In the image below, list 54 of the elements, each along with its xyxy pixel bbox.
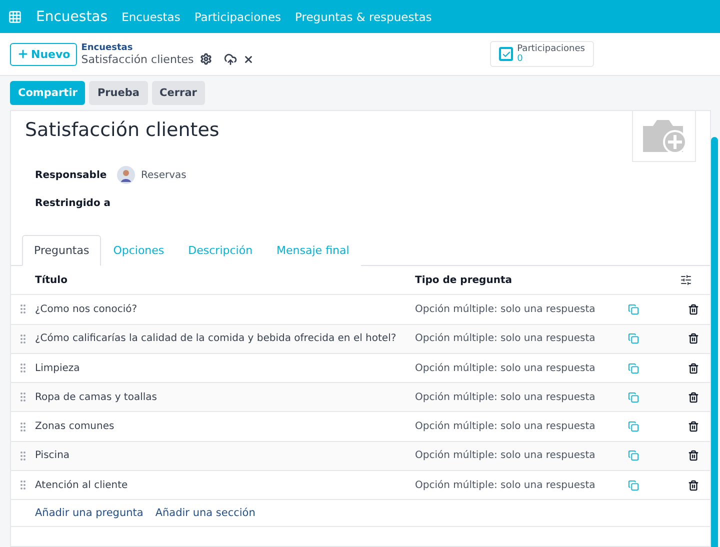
question-title-cell-text: Piscina [35,450,71,462]
question-title-cell-text: Ropa de camas y toallas [35,392,158,403]
copy-icon[interactable] [628,450,639,462]
add-link[interactable]: Añadir una sección [155,507,256,520]
column-header[interactable]: Título [35,274,415,286]
question-type-cell-text: Opción múltiple: solo una respuesta [415,392,596,403]
delete-icon[interactable] [688,392,699,403]
close-icon[interactable] [242,54,254,64]
question-title-cell-text: Limpieza [35,362,81,374]
record-name: Satisfacción clientes [81,52,194,66]
question-title-cell-text: ¿Como nos conoció? [35,304,138,315]
question-type-cell-text: Opción múltiple: solo una respuesta [415,450,596,462]
column-header[interactable]: Tipo de pregunta [415,274,620,286]
checkbox-icon [499,47,514,61]
participations-stat-button[interactable]: Participaciones 0 [490,41,594,67]
tab[interactable]: Preguntas [22,235,102,266]
field-value[interactable]: Reservas [141,170,186,180]
field-label: Responsable [35,170,108,180]
plus-icon [17,48,29,60]
delete-icon[interactable] [688,333,699,344]
stat-label: Participaciones [517,44,585,54]
delete-icon[interactable] [688,304,699,315]
stat-value: 0 [517,54,523,64]
action-button[interactable]: Prueba [89,81,148,105]
settings-icon[interactable] [200,53,212,65]
field-label: Restringido a [35,198,112,209]
question-title-cell-text: Atención al cliente [35,480,129,491]
question-type-cell-text: Opción múltiple: solo una respuesta [415,304,596,315]
copy-icon[interactable] [628,392,639,403]
avatar-icon [117,166,135,184]
cloud-upload-icon[interactable] [224,52,237,66]
question-type-cell-text: Opción múltiple: solo una respuesta [415,480,596,491]
delete-icon[interactable] [688,450,699,462]
copy-icon[interactable] [628,480,639,491]
delete-icon[interactable] [688,421,699,432]
column-settings-icon[interactable] [680,274,692,286]
question-type-cell-text: Opción múltiple: solo una respuesta [415,362,596,374]
question-type-cell-text: Opción múltiple: solo una respuesta [415,421,596,432]
copy-icon[interactable] [628,304,639,315]
delete-icon[interactable] [688,480,699,491]
action-button[interactable]: Cerrar [152,81,205,105]
breadcrumb-link[interactable]: Encuestas [81,42,254,52]
copy-icon[interactable] [628,362,639,374]
question-title-cell-text: ¿Cómo calificarías la calidad de la comida y bebida ofrecida en el hotel? [35,333,398,344]
image-upload-button[interactable] [632,111,696,162]
scrollbar[interactable] [711,137,718,547]
question-type-cell-text: Opción múltiple: solo una respuesta [415,333,596,344]
delete-icon[interactable] [688,362,699,374]
copy-icon[interactable] [628,333,639,344]
copy-icon[interactable] [628,421,639,432]
add-link[interactable]: Añadir una pregunta [35,507,144,520]
survey-title: Satisfacción clientes [25,119,220,143]
app-menu-icon[interactable] [8,10,22,24]
question-title-cell-text: Zonas comunes [35,421,116,432]
